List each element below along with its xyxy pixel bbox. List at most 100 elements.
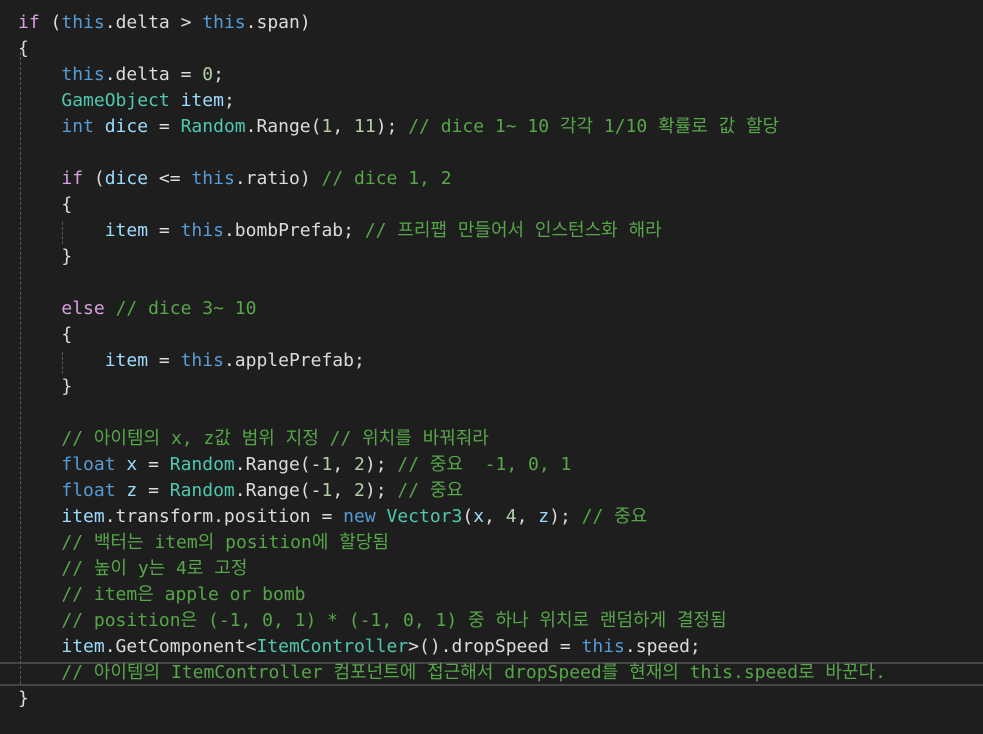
code-line[interactable]: // 백터는 item의 position에 할당됨 xyxy=(18,530,983,556)
code-token: // 아이템의 x, z값 범위 지정 // 위치를 바꿔줘라 xyxy=(61,428,489,449)
code-line[interactable]: item = this.bombPrefab; // 프리팹 만들어서 인스턴스… xyxy=(18,218,983,244)
code-token: // dice 1~ 10 각각 1/10 확률로 값 할당 xyxy=(408,116,780,137)
code-token: } xyxy=(18,246,73,267)
code-line[interactable]: { xyxy=(18,322,983,348)
code-token: this xyxy=(61,64,105,85)
code-token: .transform.position = xyxy=(104,506,344,527)
code-line[interactable] xyxy=(18,270,983,296)
code-token: 4 xyxy=(505,506,517,527)
code-token: 2 xyxy=(354,454,365,475)
code-line[interactable]: item.transform.position = new Vector3(x,… xyxy=(18,504,983,530)
code-token: this xyxy=(180,220,224,241)
code-token: Random xyxy=(169,454,235,475)
code-token: float xyxy=(61,480,116,501)
code-line[interactable]: float z = Random.Range(-1, 2); // 중요 xyxy=(18,478,983,504)
code-token: .speed; xyxy=(624,636,701,657)
code-token: .Range(- xyxy=(234,480,322,501)
code-token: .delta = xyxy=(104,64,203,85)
code-token: , xyxy=(484,506,506,527)
code-token: , xyxy=(332,116,355,137)
code-line[interactable]: if (dice <= this.ratio) // dice 1, 2 xyxy=(18,166,983,192)
code-token: float xyxy=(61,454,116,475)
code-token: .applePrefab; xyxy=(223,350,365,371)
code-token: ( xyxy=(462,506,474,527)
code-token: 0 xyxy=(202,64,214,85)
code-line[interactable]: if (this.delta > this.span) xyxy=(18,10,983,36)
code-token: x xyxy=(473,506,485,527)
code-token: .ratio) xyxy=(234,168,322,189)
code-token: 11 xyxy=(354,116,376,137)
code-editor[interactable]: if (this.delta > this.span){ this.delta … xyxy=(0,0,983,734)
code-token: if xyxy=(18,12,40,33)
code-line[interactable]: else // dice 3~ 10 xyxy=(18,296,983,322)
code-token: , xyxy=(516,506,539,527)
code-line[interactable]: } xyxy=(18,244,983,270)
code-token: z xyxy=(538,506,550,527)
code-token: ); xyxy=(549,506,582,527)
code-token: item xyxy=(180,90,224,111)
code-line[interactable]: { xyxy=(18,192,983,218)
code-token: ItemController xyxy=(256,636,409,657)
code-line[interactable]: item = this.applePrefab; xyxy=(18,348,983,374)
code-token: } xyxy=(18,688,29,709)
code-token: Vector3 xyxy=(386,506,463,527)
code-token: 1 xyxy=(321,116,333,137)
code-token: Random xyxy=(180,116,246,137)
code-token: = xyxy=(148,350,181,371)
code-token: .bombPrefab; xyxy=(223,220,365,241)
code-line[interactable]: GameObject item; xyxy=(18,88,983,114)
code-token: new xyxy=(343,506,376,527)
code-token: Random xyxy=(169,480,235,501)
code-token: // position은 (-1, 0, 1) * (-1, 0, 1) 중 하… xyxy=(61,610,727,631)
code-line[interactable] xyxy=(18,400,983,426)
code-line[interactable]: // position은 (-1, 0, 1) * (-1, 0, 1) 중 하… xyxy=(18,608,983,634)
code-token: 1 xyxy=(321,480,333,501)
code-token: = xyxy=(148,116,181,137)
code-token: <= xyxy=(148,168,192,189)
code-token: { xyxy=(18,324,73,345)
code-token: { xyxy=(18,38,29,59)
code-token: .span) xyxy=(245,12,311,33)
code-line[interactable]: } xyxy=(18,686,983,712)
code-line[interactable]: item.GetComponent<ItemController>().drop… xyxy=(18,634,983,660)
code-line[interactable]: // 높이 y는 4로 고정 xyxy=(18,556,983,582)
code-line[interactable]: // 아이템의 ItemController 컴포넌트에 접근해서 dropSp… xyxy=(18,660,983,686)
code-token: = xyxy=(148,220,181,241)
code-line[interactable]: this.delta = 0; xyxy=(18,62,983,88)
code-line[interactable]: // item은 apple or bomb xyxy=(18,582,983,608)
code-token: ); xyxy=(364,480,398,501)
code-token: = xyxy=(137,480,170,501)
code-token: // 높이 y는 4로 고정 xyxy=(61,558,248,579)
code-token: = xyxy=(137,454,170,475)
code-token: // dice 3~ 10 xyxy=(115,298,257,319)
code-token: dice xyxy=(104,168,149,189)
code-line[interactable]: } xyxy=(18,374,983,400)
code-line[interactable]: { xyxy=(18,36,983,62)
code-token: , xyxy=(332,454,355,475)
code-line[interactable] xyxy=(18,140,983,166)
code-line[interactable]: // 아이템의 x, z값 범위 지정 // 위치를 바꿔줘라 xyxy=(18,426,983,452)
code-token: // 중요 xyxy=(581,506,648,527)
code-line[interactable]: float x = Random.Range(-1, 2); // 중요 -1,… xyxy=(18,452,983,478)
code-token: // dice 1, 2 xyxy=(321,168,452,189)
code-line[interactable]: int dice = Random.Range(1, 11); // dice … xyxy=(18,114,983,140)
code-token: // 아이템의 ItemController 컴포넌트에 접근해서 dropSp… xyxy=(61,662,886,683)
